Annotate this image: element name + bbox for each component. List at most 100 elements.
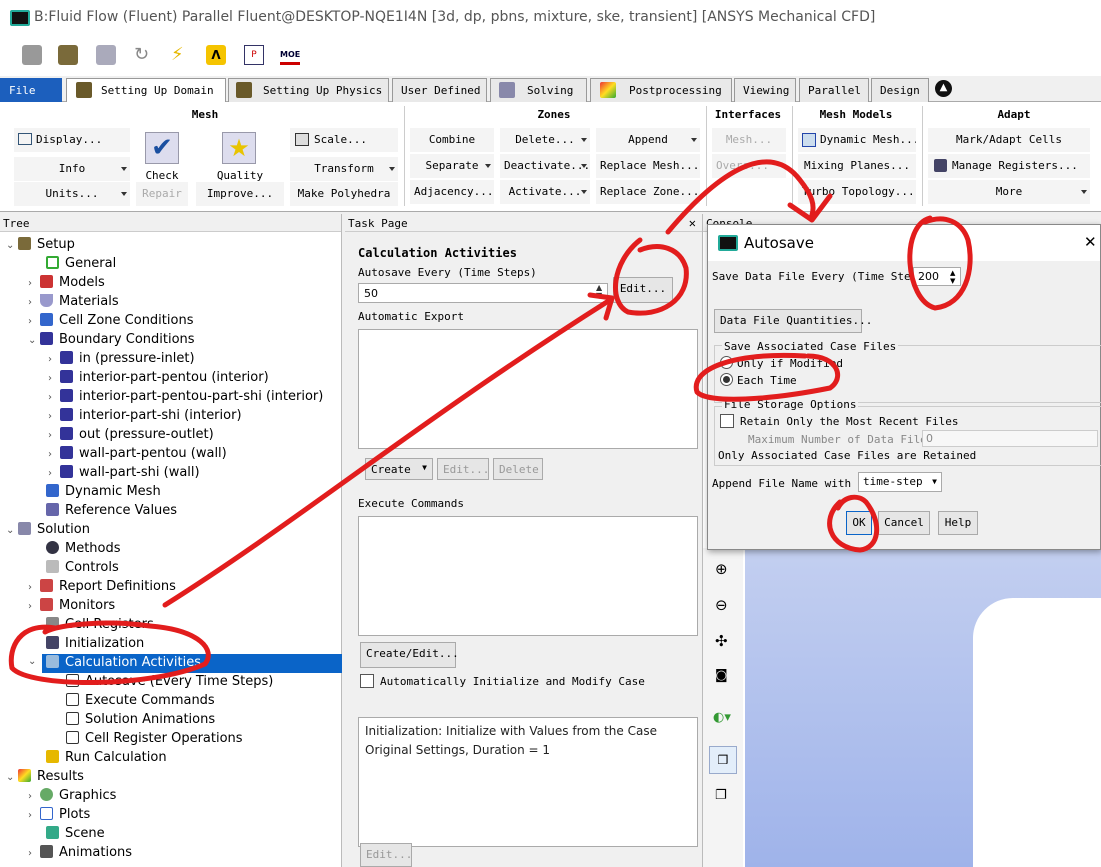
parallel-icon[interactable]: P <box>244 45 264 65</box>
collapse-arrow-icon[interactable]: ⌄ <box>28 656 36 667</box>
ok-button[interactable]: OK <box>846 511 872 535</box>
tree-item[interactable]: Controls <box>46 559 119 578</box>
tree-item[interactable]: Solution Animations <box>66 711 215 730</box>
cancel-button[interactable]: Cancel <box>878 511 930 535</box>
append-button[interactable]: Append <box>596 128 700 152</box>
fit-view-icon[interactable]: ❐ <box>715 788 727 803</box>
tree-item[interactable]: › interior-part-pentou (interior) <box>48 369 269 388</box>
units-button[interactable]: Units... <box>14 182 130 206</box>
collapse-ribbon-icon[interactable]: ▲ <box>935 80 952 97</box>
tree-item[interactable]: › interior-part-shi (interior) <box>48 407 242 426</box>
tree-item-selected[interactable]: Calculation Activities <box>42 654 342 673</box>
tree-item[interactable]: Run Calculation <box>46 749 167 768</box>
turbo-topology-button[interactable]: Turbo Topology... <box>798 180 916 204</box>
tab-file[interactable]: File <box>0 78 62 102</box>
only-if-modified-row[interactable]: Only if Modified <box>720 356 843 370</box>
create-edit-button[interactable]: Create/Edit... <box>360 642 459 668</box>
tab-design[interactable]: Design <box>871 78 929 102</box>
zoom-in-icon[interactable]: ⊕ <box>715 560 728 578</box>
mixing-planes-button[interactable]: Mixing Planes... <box>798 154 916 178</box>
tree-item[interactable]: Cell Registers <box>46 616 154 635</box>
auto-init-checkbox[interactable] <box>360 674 374 688</box>
tree-item[interactable]: › wall-part-pentou (wall) <box>48 445 227 464</box>
info-button[interactable]: Info <box>14 157 130 181</box>
tree-item[interactable]: › interior-part-pentou-part-shi (interior… <box>48 388 323 407</box>
camera-icon[interactable]: ◙ <box>715 668 728 683</box>
manage-registers-button[interactable]: Manage Registers... <box>928 154 1090 178</box>
zoom-out-icon[interactable]: ⊖ <box>715 596 728 614</box>
tab-setting-up-physics[interactable]: Setting Up Physics <box>228 78 389 102</box>
only-if-modified-radio[interactable] <box>720 356 733 369</box>
tree-item[interactable]: ⌄ Solution <box>6 521 90 540</box>
deactivate-button[interactable]: Deactivate... <box>500 154 590 178</box>
dialog-close-icon[interactable]: ✕ <box>1084 233 1097 251</box>
more-button[interactable]: More <box>928 180 1090 204</box>
make-polyhedra-button[interactable]: Make Polyhedra <box>290 182 398 206</box>
tab-viewing[interactable]: Viewing <box>734 78 796 102</box>
tree-item[interactable]: Reference Values <box>46 502 177 521</box>
iso-view-icon[interactable]: ❒ <box>709 746 737 774</box>
execute-commands-list[interactable] <box>358 516 698 636</box>
each-time-row[interactable]: Each Time <box>720 373 797 387</box>
tree-item[interactable]: Autosave (Every Time Steps) <box>66 673 273 692</box>
tree-item[interactable]: › Animations <box>28 844 132 863</box>
save-every-spin-icon[interactable]: ▲ ▼ <box>950 269 955 285</box>
each-time-radio[interactable] <box>720 373 733 386</box>
tree-item[interactable]: › Cell Zone Conditions <box>28 312 193 331</box>
tree-item[interactable]: Cell Register Operations <box>66 730 243 749</box>
tab-user-defined[interactable]: User Defined <box>392 78 487 102</box>
grid-icon[interactable] <box>96 45 116 65</box>
tree-item[interactable]: › Materials <box>28 293 119 312</box>
check-icon: ✔ <box>145 132 179 164</box>
tree-item[interactable]: ⌄ Setup <box>6 236 75 255</box>
improve-button[interactable]: Improve... <box>196 182 284 206</box>
tree-item[interactable]: › wall-part-shi (wall) <box>48 464 200 483</box>
tree-item[interactable]: › out (pressure-outlet) <box>48 426 214 445</box>
axes-icon[interactable]: ✣ <box>715 632 728 650</box>
separate-button[interactable]: Separate <box>410 154 494 178</box>
automatic-export-list[interactable] <box>358 329 698 449</box>
tree-item[interactable]: › Monitors <box>28 597 115 616</box>
cube-icon[interactable] <box>22 45 42 65</box>
append-file-name-select[interactable]: time-step ▼ <box>858 472 942 492</box>
tree-item[interactable]: Initialization <box>46 635 144 654</box>
auto-init-checkbox-row[interactable]: Automatically Initialize and Modify Case <box>360 674 645 688</box>
associated-case-label: Save Associated Case Files <box>722 340 899 353</box>
data-file-quantities-button[interactable]: Data File Quantities... <box>714 309 872 333</box>
tree-item[interactable]: General <box>46 255 116 274</box>
tree-item[interactable]: Execute Commands <box>66 692 215 711</box>
close-task-page-icon[interactable]: ✕ <box>689 216 696 230</box>
tree-item[interactable]: › Graphics <box>28 787 116 806</box>
tree-item[interactable]: › Plots <box>28 806 90 825</box>
activate-button[interactable]: Activate... <box>500 180 590 204</box>
autosave-edit-button[interactable]: Edit... <box>613 277 673 303</box>
transform-button[interactable]: Transform <box>290 157 398 181</box>
tree-item[interactable]: › Models <box>28 274 105 293</box>
replace-zone-button[interactable]: Replace Zone... <box>596 180 700 204</box>
autosave-every-input[interactable]: 50 <box>358 283 608 303</box>
spin-arrows-icon[interactable]: ▲ ▼ <box>596 284 602 300</box>
lambda-icon[interactable]: Λ <box>206 45 226 65</box>
retain-recent-checkbox[interactable] <box>720 414 734 428</box>
mesh-check-icon[interactable] <box>58 45 78 65</box>
tree-item[interactable]: › Report Definitions <box>28 578 176 597</box>
help-button[interactable]: Help <box>938 511 978 535</box>
lightning-icon[interactable]: ⚡ <box>171 45 191 65</box>
view-select-icon[interactable]: ◐▾ <box>713 710 731 725</box>
create-dropdown-button[interactable]: Create ▼ <box>365 458 433 480</box>
tree-item[interactable]: ⌄ Results <box>6 768 84 787</box>
tab-parallel[interactable]: Parallel <box>799 78 869 102</box>
refresh-icon[interactable]: ↻ <box>134 45 154 65</box>
tree-item[interactable]: ⌄ Boundary Conditions <box>28 331 195 350</box>
tree-item[interactable]: › in (pressure-inlet) <box>48 350 195 369</box>
delete-zone-button[interactable]: Delete... <box>500 128 590 152</box>
combine-button[interactable]: Combine <box>410 128 494 152</box>
tree-item[interactable]: Scene <box>46 825 105 844</box>
moe-icon[interactable]: MOE <box>280 45 300 65</box>
tree-item[interactable]: Dynamic Mesh <box>46 483 161 502</box>
tree-item[interactable]: Methods <box>46 540 121 559</box>
retain-row[interactable]: Retain Only the Most Recent Files <box>720 414 959 428</box>
adjacency-button[interactable]: Adjacency... <box>410 180 494 204</box>
mark-adapt-cells-button[interactable]: Mark/Adapt Cells <box>928 128 1090 152</box>
replace-mesh-button[interactable]: Replace Mesh... <box>596 154 700 178</box>
